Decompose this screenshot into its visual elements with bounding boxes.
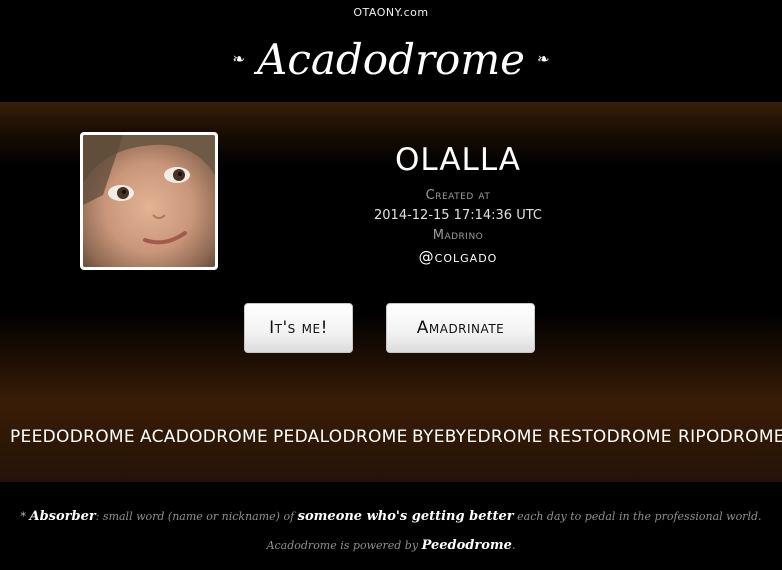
- fleuron-left-icon: ❧: [232, 50, 245, 68]
- its-me-button[interactable]: It's me!: [244, 303, 353, 353]
- brand-title-wrapper: ❧ Acadodrome ❧: [0, 30, 782, 93]
- footer-absorber: Absorber: [29, 509, 96, 524]
- footer-powered: Acadodrome is powered by Peedodrome.: [0, 538, 782, 553]
- created-label: Created at: [425, 188, 491, 203]
- nav-item-restodrome[interactable]: RESTODROME: [548, 427, 672, 447]
- footer-asterisk: *: [20, 510, 26, 523]
- role-label: Madrino: [432, 228, 484, 243]
- avatar: [83, 135, 215, 267]
- footer-powered-end: .: [511, 539, 516, 552]
- profile-handle[interactable]: @colgado: [358, 248, 558, 266]
- site-link[interactable]: OTAONY.com: [0, 6, 782, 19]
- page: OTAONY.com ❧ Acadodrome ❧ OLALLA Created…: [0, 0, 782, 570]
- footer-definition-start: : small word (name or nickname) of: [95, 510, 298, 523]
- nav-list: PEEDODROME ACADODROME PEDALODROME BYEBYE…: [0, 402, 782, 482]
- created-value: 2014-12-15 17:14:36 UTC: [374, 208, 542, 223]
- site-nav: PEEDODROME ACADODROME PEDALODROME BYEBYE…: [0, 402, 782, 482]
- footer-definition-end: each day to pedal in the professional wo…: [513, 510, 762, 523]
- amadrinate-button[interactable]: Amadrinate: [386, 303, 535, 353]
- nav-item-acadodrome[interactable]: ACADODROME: [140, 427, 268, 447]
- footer-definition: * Absorber: small word (name or nickname…: [0, 509, 782, 524]
- footer: * Absorber: small word (name or nickname…: [0, 482, 782, 570]
- profile-section: OLALLA Created at 2014-12-15 17:14:36 UT…: [0, 102, 782, 402]
- avatar-frame: [80, 132, 218, 270]
- header: OTAONY.com ❧ Acadodrome ❧: [0, 0, 782, 102]
- fleuron-right-icon: ❧: [537, 50, 550, 68]
- nav-item-byebyedrome[interactable]: BYEBYEDROME: [412, 427, 543, 447]
- footer-someone: someone who's getting better: [297, 509, 514, 524]
- nav-item-pedalodrome[interactable]: PEDALODROME: [273, 427, 408, 447]
- footer-powered-start: Acadodrome is powered by: [266, 539, 422, 552]
- brand-title[interactable]: Acadodrome: [257, 35, 525, 84]
- nav-item-ripodrome[interactable]: RIPODROME: [678, 427, 782, 447]
- profile-name: OLALLA: [394, 142, 522, 178]
- child-face-icon: [83, 135, 215, 245]
- nav-item-peedodrome[interactable]: PEEDODROME: [10, 427, 135, 447]
- footer-powered-link[interactable]: Peedodrome: [422, 538, 512, 553]
